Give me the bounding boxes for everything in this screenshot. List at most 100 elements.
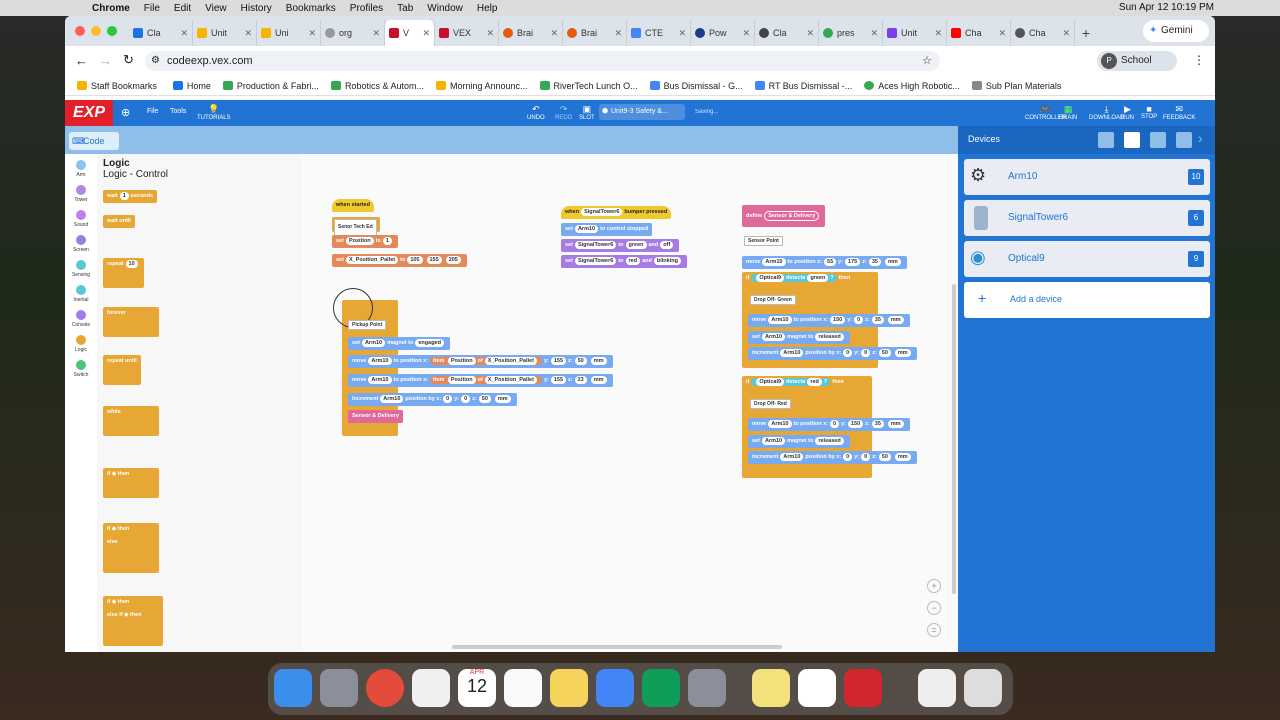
category-screen[interactable]: Screen [69, 235, 93, 253]
move-arm-block[interactable]: move Arm10 to position x: item Position of X_… [348, 374, 613, 387]
close-tab-icon[interactable]: ✕ [244, 28, 252, 39]
undo-button[interactable]: ↶ UNDO [527, 104, 545, 121]
if-then-else-block[interactable]: if ◆ then else [103, 523, 159, 573]
close-tab-icon[interactable]: ✕ [614, 28, 622, 39]
document-icon[interactable] [918, 669, 956, 707]
set-magnet-block[interactable]: set Arm10 magnet to released [748, 435, 850, 448]
code-tab[interactable]: ⌨ Code [69, 132, 119, 150]
comment-drop-green[interactable]: Drop Off- Green [750, 295, 796, 305]
if-else-if-block[interactable]: if ◆ then else if ◆ then [103, 596, 163, 646]
code-canvas[interactable]: when started Senor Tech Ed set Position to… [302, 154, 958, 652]
close-tab-icon[interactable]: ✕ [806, 28, 814, 39]
set-arm-stopped-block[interactable]: set Arm10 to control stopped [561, 223, 653, 236]
code-view-icon[interactable] [1098, 132, 1114, 148]
vertical-scrollbar[interactable] [952, 284, 956, 594]
chrome-menu-icon[interactable]: ⋮ [1193, 53, 1205, 67]
brain-button[interactable]: ▦ BRAIN [1059, 104, 1077, 121]
browser-tab[interactable]: Brai ✕ [499, 20, 563, 46]
move-arm-block[interactable]: move Arm10 to position x: 0 y: 150 z: 35 mm [748, 418, 910, 431]
tutorials-button[interactable]: 💡 TUTORIALS [197, 104, 231, 121]
menu-app-name[interactable]: Chrome [92, 3, 130, 14]
call-sensor-delivery-block[interactable]: Sensor & Delivery [348, 410, 404, 423]
category-logic[interactable]: Logic [69, 335, 93, 353]
horizontal-scrollbar[interactable] [452, 645, 782, 649]
redo-button[interactable]: ↷ REDO [555, 104, 572, 121]
set-list-block[interactable]: set X_Position_Pallet to 105 155 205 [332, 254, 467, 267]
back-icon[interactable]: ← [75, 53, 88, 68]
menu-profiles[interactable]: Profiles [350, 3, 383, 14]
collapse-icon[interactable]: › [1198, 130, 1203, 146]
bookmark-star-icon[interactable]: ☆ [922, 51, 932, 71]
when-bumper-block[interactable]: when SignalTower6 bumper pressed [561, 206, 672, 219]
if-then-block[interactable]: if ◆ then [103, 468, 159, 498]
globe-icon[interactable]: ⊕ [121, 106, 130, 119]
device-card-arm[interactable]: ⚙ Arm10 10 [964, 159, 1210, 195]
close-tab-icon[interactable]: ✕ [550, 28, 558, 39]
bookmark-item[interactable]: Morning Announc... [435, 81, 528, 91]
move-arm-block[interactable]: move Arm10 to position x: 55 y: 175 z: 35 mm [742, 256, 907, 269]
menu-window[interactable]: Window [427, 3, 463, 14]
run-button[interactable]: ▶ RUN [1121, 104, 1134, 121]
reminders-icon[interactable] [504, 669, 542, 707]
browser-tab[interactable]: pres ✕ [819, 20, 883, 46]
set-magnet-block[interactable]: set Arm10 magnet to released [748, 331, 850, 344]
close-tab-icon[interactable]: ✕ [870, 28, 878, 39]
bookmark-item[interactable]: Robotics & Autom... [330, 81, 424, 91]
browser-tab[interactable]: Cha ✕ [1011, 20, 1075, 46]
repeat-until-block[interactable]: repeat until [103, 355, 141, 385]
gemini-button[interactable]: ✦ Gemini [1143, 20, 1209, 42]
close-tab-icon[interactable]: ✕ [486, 28, 494, 39]
menu-edit[interactable]: Edit [174, 3, 191, 14]
photo-booth-icon[interactable] [844, 669, 882, 707]
browser-tab[interactable]: Pow ✕ [691, 20, 755, 46]
bookmark-item[interactable]: Home [172, 81, 211, 91]
calendar-icon[interactable]: APR 12 [458, 669, 496, 707]
chrome-icon[interactable] [366, 669, 404, 707]
new-tab-button[interactable]: + [1075, 20, 1097, 46]
devices-view-icon[interactable] [1124, 132, 1140, 148]
notes-icon[interactable] [550, 669, 588, 707]
menu-history[interactable]: History [241, 3, 272, 14]
file-menu[interactable]: File [147, 108, 158, 115]
download-button[interactable]: ⤓ DOWNLOAD [1089, 104, 1124, 121]
browser-tab[interactable]: Cla ✕ [755, 20, 819, 46]
wait-until-block[interactable]: wait until [103, 215, 135, 228]
slot-button[interactable]: ▣ SLOT [579, 104, 595, 121]
close-tab-icon[interactable]: ✕ [372, 28, 380, 39]
browser-tab-active[interactable]: V ✕ [385, 20, 435, 46]
browser-tab[interactable]: Uni ✕ [257, 20, 321, 46]
browser-tab[interactable]: CTE ✕ [627, 20, 691, 46]
close-tab-icon[interactable]: ✕ [742, 28, 750, 39]
bookmark-item[interactable]: Staff Bookmarks [77, 81, 157, 91]
set-magnet-block[interactable]: set Arm10 magnet to engaged [348, 337, 450, 350]
wait-block[interactable]: wait 1 seconds [103, 190, 158, 203]
close-tab-icon[interactable]: ✕ [998, 28, 1006, 39]
stop-button[interactable]: ■ STOP [1141, 104, 1157, 120]
set-variable-block[interactable]: set Position to 1 [332, 235, 398, 248]
increment-arm-block[interactable]: increment Arm10 position by x: 0 y: 0 z: 50 mm [348, 393, 517, 406]
add-device-button[interactable]: + Add a device [964, 282, 1210, 318]
define-block[interactable]: define Sensor & Delivery [742, 205, 826, 227]
repeat-block[interactable]: repeat 10 [103, 258, 144, 288]
set-tower-block[interactable]: set SignalTower6 to green and off [561, 239, 680, 252]
google-drive-icon[interactable] [798, 669, 836, 707]
browser-tab[interactable]: Cha ✕ [947, 20, 1011, 46]
browser-tab[interactable]: Unit ✕ [193, 20, 257, 46]
browser-tab[interactable]: Cla ✕ [129, 20, 193, 46]
menu-file[interactable]: File [144, 3, 160, 14]
finder-icon[interactable] [274, 669, 312, 707]
menubar-clock[interactable]: Sun Apr 12 10:19 PM [1119, 2, 1214, 13]
category-switch[interactable]: Switch [69, 360, 93, 378]
launchpad-icon[interactable] [320, 669, 358, 707]
browser-tab[interactable]: VEX ✕ [435, 20, 499, 46]
browser-tab[interactable]: Brai ✕ [563, 20, 627, 46]
forever-block[interactable]: forever [103, 307, 159, 337]
set-tower-block[interactable]: set SignalTower6 to red and blinking [561, 255, 687, 268]
close-window-button[interactable] [75, 26, 85, 36]
close-tab-icon[interactable]: ✕ [1062, 28, 1070, 39]
category-sensing[interactable]: Sensing [69, 260, 93, 278]
url-input[interactable]: ⚙ codeexp.vex.com ☆ [145, 51, 940, 71]
forward-icon[interactable]: → [99, 53, 112, 68]
stickies-icon[interactable] [752, 669, 790, 707]
bookmark-item[interactable]: RiverTech Lunch O... [539, 81, 638, 91]
